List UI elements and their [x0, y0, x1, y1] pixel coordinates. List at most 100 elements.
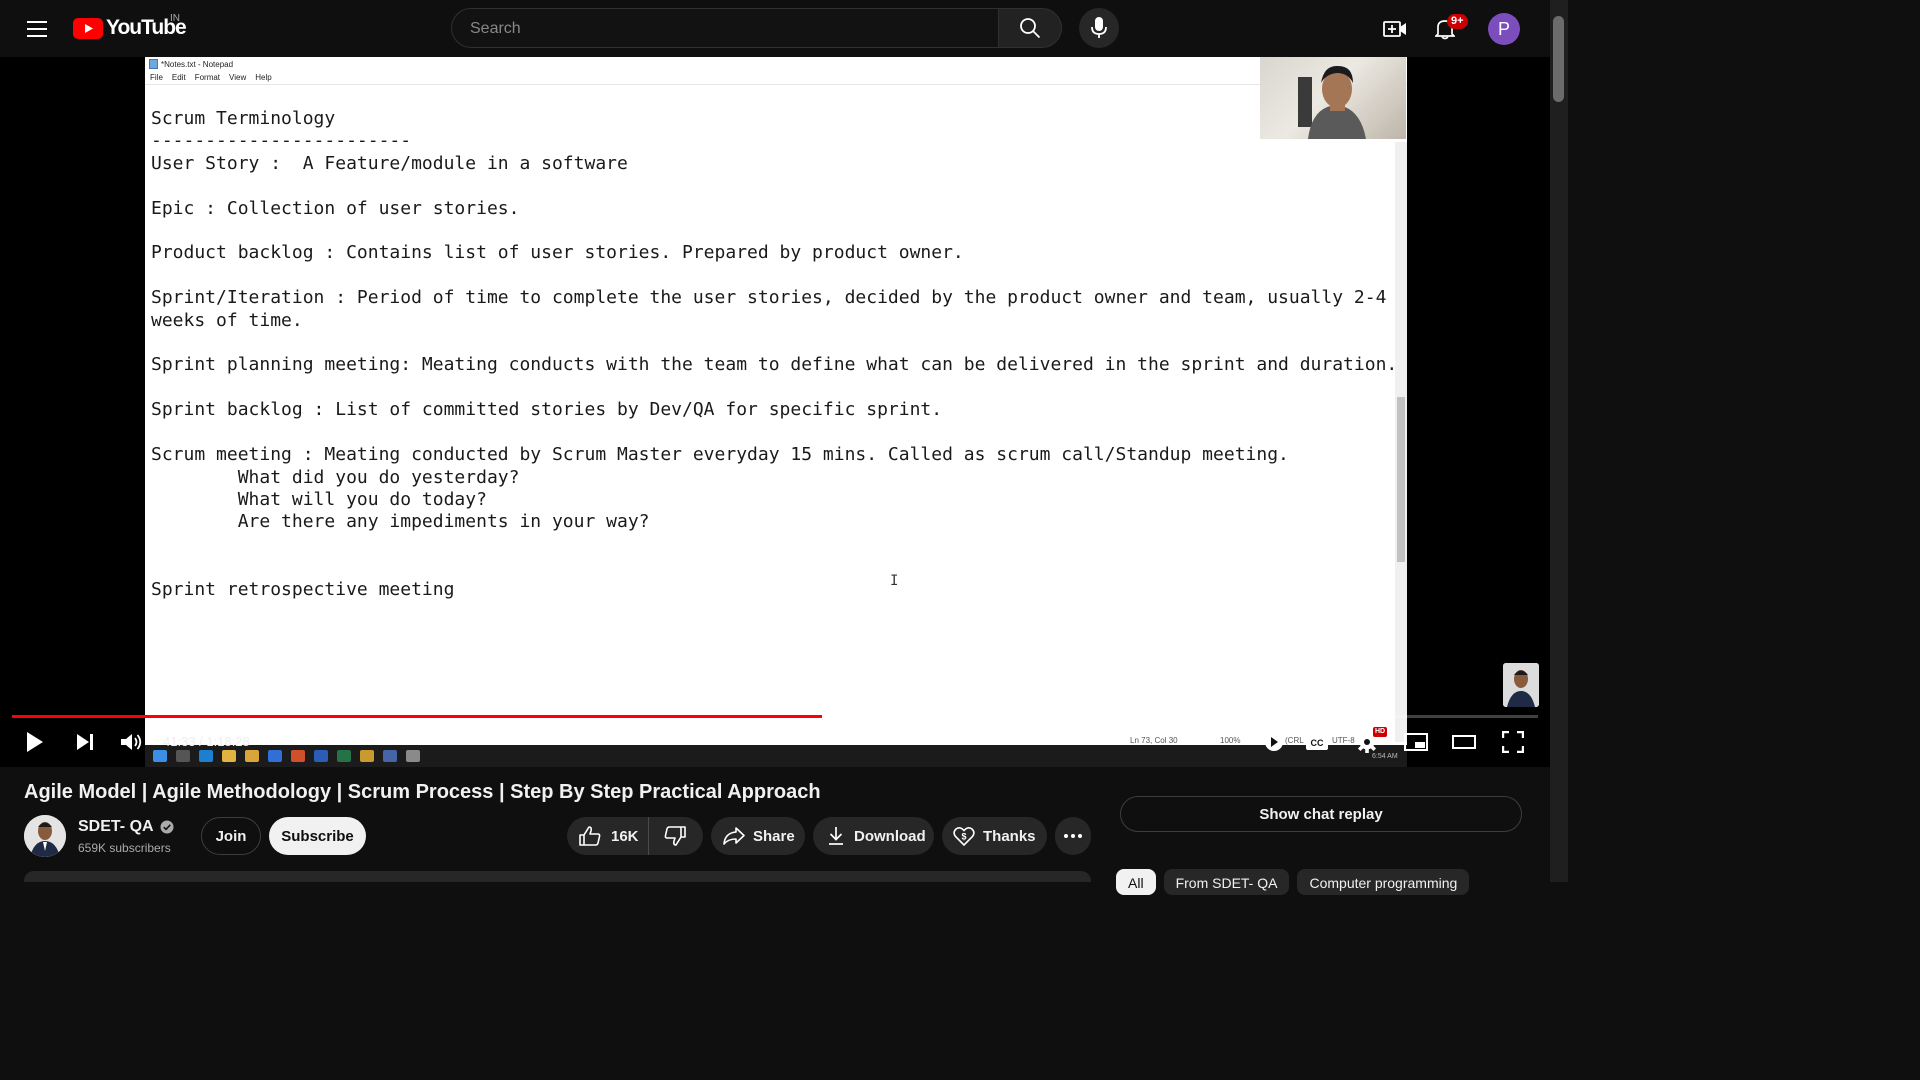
download-icon: [829, 827, 843, 845]
youtube-play-logo-icon: [73, 17, 103, 39]
join-button[interactable]: Join: [201, 817, 261, 855]
time-total: 1:18:28: [206, 734, 250, 749]
search-box[interactable]: [451, 8, 999, 48]
notepad-icon: [149, 59, 158, 69]
notepad-menu-edit: Edit: [171, 73, 186, 82]
mute-button[interactable]: [118, 729, 146, 755]
verified-badge-icon: [160, 820, 174, 834]
video-player[interactable]: *Notes.txt - Notepad File Edit Format Vi…: [0, 57, 1550, 767]
time-current: 41:33: [163, 734, 196, 749]
search-bar: [451, 8, 1062, 48]
menu-icon[interactable]: [20, 12, 54, 46]
channel-watermark[interactable]: [1503, 663, 1539, 707]
download-button[interactable]: Download: [813, 817, 934, 855]
more-horizontal-icon: [1064, 834, 1082, 838]
notification-badge: 9+: [1447, 14, 1468, 29]
dislike-button[interactable]: [649, 817, 701, 855]
outlook-icon: [268, 750, 282, 762]
notepad-window: *Notes.txt - Notepad File Edit Format Vi…: [145, 57, 1407, 767]
edge-browser-icon: [199, 750, 213, 762]
chip-from-channel[interactable]: From SDET- QA: [1163, 869, 1290, 895]
account-avatar[interactable]: P: [1488, 13, 1520, 45]
description-box[interactable]: [24, 871, 1091, 882]
show-chat-replay-button[interactable]: Show chat replay: [1120, 796, 1522, 832]
video-create-icon: [1383, 21, 1406, 37]
notepad-menu-view: View: [229, 73, 247, 82]
notepad-text: Scrum Terminology ----------------------…: [151, 108, 1398, 600]
subscribe-button[interactable]: Subscribe: [269, 817, 366, 855]
search-input[interactable]: [468, 18, 972, 40]
subtitles-button[interactable]: CC: [1304, 729, 1330, 755]
excel-icon: [337, 750, 351, 762]
notepad-taskbar-icon: [406, 750, 420, 762]
folder-icon: [360, 750, 374, 762]
youtube-logo[interactable]: YouTube: [73, 16, 187, 40]
more-actions-button[interactable]: [1055, 817, 1091, 855]
channel-name-row[interactable]: SDET- QA: [78, 818, 174, 836]
chip-topic[interactable]: Computer programming: [1297, 869, 1470, 895]
play-icon: [27, 732, 43, 752]
chip-all[interactable]: All: [1116, 869, 1156, 895]
notepad-menu-help: Help: [255, 73, 272, 82]
theater-mode-icon: [1452, 735, 1476, 749]
channel-name[interactable]: SDET- QA: [78, 818, 154, 836]
play-button[interactable]: [22, 729, 48, 755]
channel-watermark-icon: [1503, 663, 1539, 707]
word-icon: [314, 750, 328, 762]
windows-taskbar: [145, 745, 1407, 767]
subscriber-count: 659K subscribers: [78, 841, 171, 855]
notepad-status-encoding: UTF-8: [1332, 736, 1355, 745]
download-label: Download: [854, 827, 926, 845]
taskbar-icons: [153, 750, 420, 762]
hd-badge: HD: [1373, 727, 1388, 737]
skip-next-icon: [77, 734, 93, 750]
progress-bar[interactable]: [12, 715, 1538, 718]
miniplayer-button[interactable]: [1403, 729, 1429, 755]
create-button[interactable]: [1378, 12, 1412, 46]
thanks-label: Thanks: [983, 827, 1036, 845]
chrome-browser-icon: [222, 750, 236, 762]
notepad-status-zoom: 100%: [1220, 736, 1241, 745]
share-button[interactable]: Share: [711, 817, 805, 855]
channel-avatar-icon: [24, 815, 66, 857]
fullscreen-button[interactable]: [1500, 729, 1526, 755]
presenter-figure-icon: [1298, 65, 1366, 139]
theater-mode-button[interactable]: [1451, 729, 1477, 755]
presenter-webcam: [1260, 57, 1406, 139]
notepad-divider: [145, 84, 1407, 85]
windows-start-icon: [153, 750, 167, 762]
like-button[interactable]: 16K: [567, 817, 649, 855]
page-scrollbar[interactable]: [1550, 0, 1568, 882]
thumbs-up-icon: [579, 826, 601, 846]
page-scrollbar-thumb[interactable]: [1553, 16, 1564, 102]
recommendation-chips: All From SDET- QA Computer programming: [1116, 869, 1470, 895]
notepad-menu-file: File: [150, 73, 163, 82]
next-button[interactable]: [72, 729, 98, 755]
volume-icon: [121, 734, 142, 750]
closed-captions-icon: CC: [1306, 734, 1328, 750]
voice-search-button[interactable]: [1079, 8, 1119, 48]
notepad-menu-format: Format: [194, 73, 221, 82]
thumbs-down-icon: [664, 826, 686, 846]
time-display: 41:33 / 1:18:28: [163, 734, 250, 749]
region-code: IN: [170, 13, 180, 24]
miniplayer-icon: [1404, 733, 1428, 751]
autoplay-icon: [1265, 733, 1283, 751]
teams-icon: [383, 750, 397, 762]
autoplay-toggle[interactable]: [1262, 729, 1286, 755]
channel-avatar[interactable]: [24, 815, 66, 857]
notepad-titlebar: *Notes.txt - Notepad: [149, 59, 233, 69]
like-dislike-group: 16K: [567, 817, 703, 855]
svg-text:CC: CC: [1311, 738, 1324, 748]
microphone-icon: [1091, 17, 1107, 38]
taskbar-search-icon: [176, 750, 190, 762]
notepad-menubar: File Edit Format View Help: [150, 73, 272, 82]
fullscreen-icon: [1502, 731, 1524, 753]
share-icon: [723, 827, 745, 845]
search-button[interactable]: [998, 8, 1062, 48]
file-explorer-icon: [245, 750, 259, 762]
thanks-button[interactable]: $ Thanks: [942, 817, 1047, 855]
text-cursor-icon: I: [890, 573, 899, 589]
masthead: YouTube IN 9+ P: [0, 0, 1550, 57]
notepad-scrollbar: [1395, 142, 1407, 742]
